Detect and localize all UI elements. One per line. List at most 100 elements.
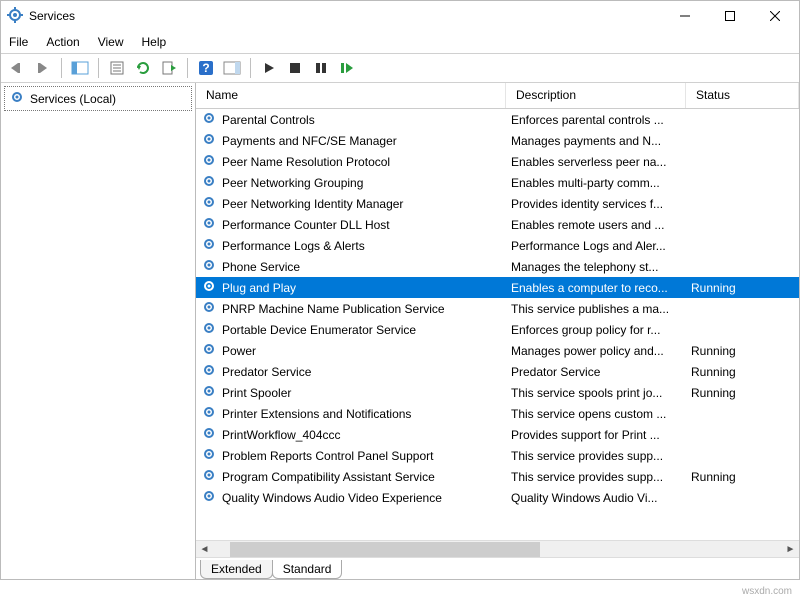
gear-icon [201,383,217,402]
help-button[interactable]: ? [194,56,218,80]
service-description: Enforces parental controls ... [506,113,686,127]
service-row[interactable]: Phone ServiceManages the telephony st... [196,256,799,277]
service-description: Enforces group policy for r... [506,323,686,337]
title-bar[interactable]: Services [1,1,799,31]
services-list-pane: Name Description Status Parental Control… [196,83,799,579]
service-row[interactable]: Portable Device Enumerator Service Enforc… [196,319,799,340]
service-name: Printer Extensions and Notifications [222,407,411,421]
watermark: wsxdn.com [742,586,792,597]
gear-icon [201,446,217,465]
tab-standard[interactable]: Standard [272,560,343,579]
gear-icon [201,320,217,339]
gear-icon [201,425,217,444]
column-header-name[interactable]: Name [196,83,506,108]
service-row[interactable]: Print SpoolerThis service spools print j… [196,382,799,403]
scroll-right-icon[interactable]: ► [782,544,799,555]
close-button[interactable] [752,2,797,31]
service-name: Problem Reports Control Panel Support [222,449,433,463]
service-description: Manages payments and N... [506,134,686,148]
view-tabs: Extended Standard [196,557,799,579]
window-title: Services [29,9,662,23]
export-button[interactable] [157,56,181,80]
service-name: Predator Service [222,365,311,379]
column-headers: Name Description Status [196,83,799,109]
service-row[interactable]: Peer Networking Grouping Enables multi-pa… [196,172,799,193]
service-name: Quality Windows Audio Video Experience [222,491,442,505]
services-window: Services File Action View Help ? [0,0,800,580]
service-description: Manages power policy and... [506,344,686,358]
gear-icon [201,488,217,507]
gear-icon [201,341,217,360]
scroll-thumb[interactable] [230,542,540,557]
gear-icon [201,236,217,255]
service-row[interactable]: Program Compatibility Assistant ServiceT… [196,466,799,487]
service-name: Peer Name Resolution Protocol [222,155,390,169]
tree-root-services-local[interactable]: Services (Local) [4,86,192,111]
service-name: PNRP Machine Name Publication Service [222,302,445,316]
service-row[interactable]: Predator ServicePredator ServiceRunning [196,361,799,382]
service-name: Peer Networking Identity Manager [222,197,403,211]
maximize-button[interactable] [707,2,752,31]
menu-file[interactable]: File [9,35,28,49]
service-name: Peer Networking Grouping [222,176,363,190]
menu-view[interactable]: View [98,35,124,49]
pause-service-button[interactable] [309,56,333,80]
stop-service-button[interactable] [283,56,307,80]
service-description: Enables a computer to reco... [506,281,686,295]
gear-icon [9,89,25,108]
menu-bar: File Action View Help [1,31,799,53]
forward-button[interactable] [31,56,55,80]
services-rows[interactable]: Parental ControlsEnforces parental contr… [196,109,799,540]
menu-help[interactable]: Help [142,35,167,49]
service-status: Running [686,365,799,379]
gear-icon [201,404,217,423]
horizontal-scrollbar[interactable]: ◄ ► [196,540,799,557]
service-name: Print Spooler [222,386,291,400]
show-hide-tree-button[interactable] [68,56,92,80]
service-description: Manages the telephony st... [506,260,686,274]
menu-action[interactable]: Action [46,35,79,49]
service-row[interactable]: Quality Windows Audio Video ExperienceQu… [196,487,799,508]
service-name: Performance Counter DLL Host [222,218,390,232]
minimize-button[interactable] [662,2,707,31]
service-row[interactable]: Performance Counter DLL Host Enables remo… [196,214,799,235]
service-row[interactable]: PNRP Machine Name Publication Service Thi… [196,298,799,319]
restart-service-button[interactable] [335,56,359,80]
show-hide-action-pane-button[interactable] [220,56,244,80]
service-description: Enables multi-party comm... [506,176,686,190]
service-row[interactable]: Peer Networking Identity Manager Provides… [196,193,799,214]
service-description: Enables remote users and ... [506,218,686,232]
service-row[interactable]: Printer Extensions and NotificationsThis… [196,403,799,424]
service-row[interactable]: Peer Name Resolution Protocol Enables ser… [196,151,799,172]
service-row[interactable]: Parental ControlsEnforces parental contr… [196,109,799,130]
service-name: Portable Device Enumerator Service [222,323,416,337]
column-header-description[interactable]: Description [506,83,686,108]
tree-pane[interactable]: Services (Local) [1,83,196,579]
tab-extended[interactable]: Extended [200,560,273,579]
column-header-status[interactable]: Status [686,83,799,108]
service-row[interactable]: PowerManages power policy and...Running [196,340,799,361]
refresh-button[interactable] [131,56,155,80]
back-button[interactable] [5,56,29,80]
gear-icon [201,194,217,213]
service-status: Running [686,281,799,295]
service-description: This service publishes a ma... [506,302,686,316]
gear-icon [201,257,217,276]
service-description: Enables serverless peer na... [506,155,686,169]
app-gear-icon [7,7,23,26]
service-row[interactable]: Plug and PlayEnables a computer to reco.… [196,277,799,298]
properties-button[interactable] [105,56,129,80]
service-description: Performance Logs and Aler... [506,239,686,253]
gear-icon [201,467,217,486]
service-name: Payments and NFC/SE Manager [222,134,397,148]
service-row[interactable]: Problem Reports Control Panel SupportThi… [196,445,799,466]
service-name: Performance Logs & Alerts [222,239,365,253]
service-row[interactable]: Performance Logs & Alerts Performance Log… [196,235,799,256]
service-name: PrintWorkflow_404ccc [222,428,341,442]
service-description: Provides identity services f... [506,197,686,211]
service-row[interactable]: PrintWorkflow_404cccProvides support for… [196,424,799,445]
service-row[interactable]: Payments and NFC/SE Manager Manages payme… [196,130,799,151]
start-service-button[interactable] [257,56,281,80]
gear-icon [201,173,217,192]
scroll-left-icon[interactable]: ◄ [196,544,213,555]
